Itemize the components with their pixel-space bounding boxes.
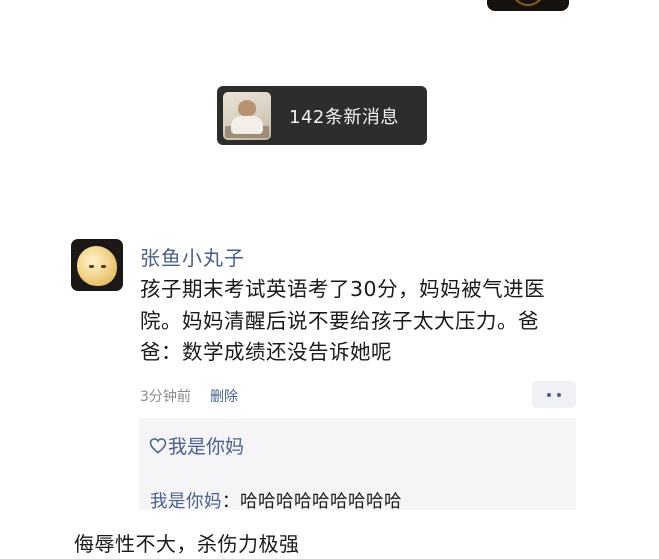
likes-row[interactable]: 我是你妈 <box>149 432 244 459</box>
reply-author[interactable]: 我是你妈 <box>150 492 222 512</box>
avatar[interactable] <box>71 239 123 291</box>
sender-thumbnail <box>223 91 271 140</box>
like-user[interactable]: 我是你妈 <box>168 432 244 459</box>
ring-icon <box>511 0 545 6</box>
reply-separator: ： <box>222 492 240 512</box>
comment-author[interactable]: 张鱼小丸子 <box>140 242 245 271</box>
page: 142条新消息 张鱼小丸子 孩子期末考试英语考了30分，妈妈被气进医院。妈妈清醒… <box>0 0 659 559</box>
post-caption: 侮辱性不大，杀伤力极强 <box>74 532 300 556</box>
more-options-button[interactable] <box>532 381 576 408</box>
comment-timestamp: 3分钟前 <box>140 389 191 405</box>
delete-button[interactable]: 删除 <box>210 386 238 406</box>
comment-text: 孩子期末考试英语考了30分，妈妈被气进医院。妈妈清醒后说不要给孩子太大压力。爸爸… <box>140 277 546 364</box>
interaction-panel: 我是你妈 我是你妈：哈哈哈哈哈哈哈哈哈 <box>139 418 576 513</box>
heart-icon <box>149 438 167 454</box>
new-messages-banner[interactable]: 142条新消息 <box>217 86 427 145</box>
new-messages-label: 142条新消息 <box>289 106 399 128</box>
top-media-thumbnail[interactable] <box>487 0 569 11</box>
more-dots-icon <box>547 392 551 397</box>
reply-text: 哈哈哈哈哈哈哈哈哈 <box>240 492 402 512</box>
avatar-face-icon <box>77 246 117 286</box>
reply-item: 我是你妈：哈哈哈哈哈哈哈哈哈 <box>150 488 402 513</box>
